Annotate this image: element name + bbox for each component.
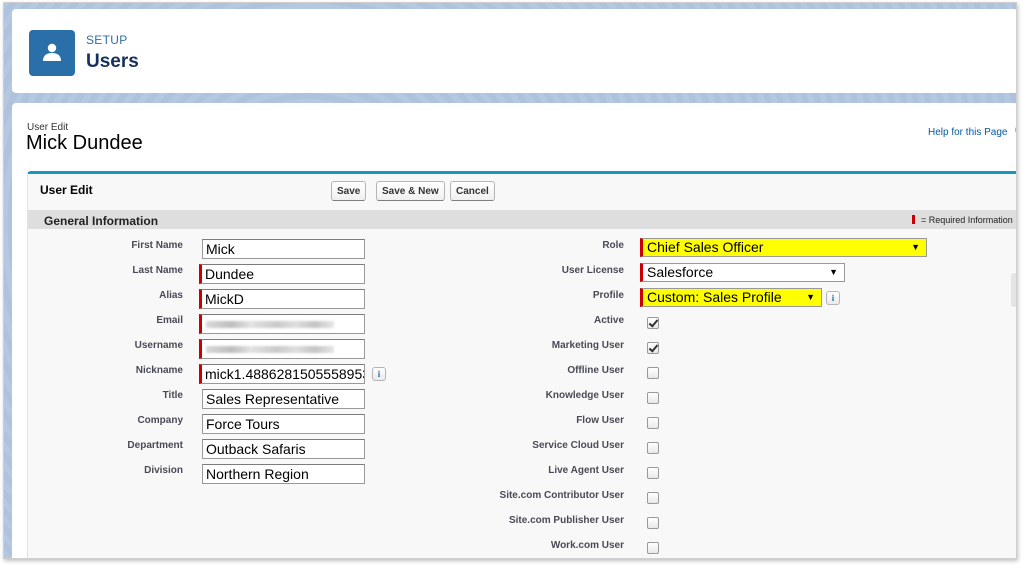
first-name-input[interactable]: Mick xyxy=(202,239,365,259)
title-input[interactable]: Sales Representative xyxy=(202,389,365,409)
label-title: Title xyxy=(162,390,183,401)
company-input[interactable]: Force Tours xyxy=(202,414,365,434)
help-icon[interactable] xyxy=(1015,125,1016,135)
label-first-name: First Name xyxy=(131,240,183,251)
label-flow-user: Flow User xyxy=(576,415,624,426)
label-department: Department xyxy=(127,440,183,451)
alias-input[interactable]: MickD xyxy=(199,289,365,309)
help-link[interactable]: Help for this Page xyxy=(928,127,1008,138)
profile-select[interactable]: Custom: Sales Profile ▼ xyxy=(640,288,822,307)
label-company: Company xyxy=(137,415,183,426)
panel-title: User Edit xyxy=(40,183,93,197)
label-email: Email xyxy=(156,315,183,326)
site-contributor-user-checkbox[interactable] xyxy=(647,492,659,504)
last-name-input[interactable]: Dundee xyxy=(199,264,365,284)
label-profile: Profile xyxy=(592,290,624,301)
section-header: General Information = Required Informati… xyxy=(28,210,1016,229)
service-cloud-user-checkbox[interactable] xyxy=(647,442,659,454)
offline-user-checkbox[interactable] xyxy=(647,367,659,379)
save-button[interactable]: Save xyxy=(331,181,367,201)
department-input[interactable]: Outback Safaris xyxy=(202,439,365,459)
page-title: Mick Dundee xyxy=(26,132,143,154)
username-input[interactable] xyxy=(199,339,365,359)
nickname-info-icon[interactable]: i xyxy=(372,367,386,381)
save-new-button[interactable]: Save & New xyxy=(376,181,445,201)
header-subtitle: SETUP xyxy=(86,33,128,47)
flow-user-checkbox[interactable] xyxy=(647,417,659,429)
user-icon xyxy=(29,30,75,76)
main-content: User Edit Mick Dundee Help for this Page… xyxy=(12,103,1016,558)
label-role: Role xyxy=(602,240,624,251)
panel-header: User Edit Save Save & New Cancel xyxy=(28,174,1016,210)
label-live-agent-user: Live Agent User xyxy=(548,465,624,476)
label-offline-user: Offline User xyxy=(567,365,624,376)
redacted-value xyxy=(206,346,334,353)
section-title: General Information xyxy=(44,214,159,228)
active-checkbox[interactable] xyxy=(647,317,659,329)
profile-info-icon[interactable]: i xyxy=(826,291,840,305)
header-title: Users xyxy=(86,51,139,72)
marketing-user-checkbox[interactable] xyxy=(647,342,659,354)
redacted-value xyxy=(206,321,334,328)
site-publisher-user-checkbox[interactable] xyxy=(647,517,659,529)
required-marker xyxy=(912,215,915,224)
dropdown-arrow-icon: ▼ xyxy=(806,292,815,302)
label-marketing-user: Marketing User xyxy=(551,340,624,351)
label-work-user: Work.com User xyxy=(550,540,624,551)
label-knowledge-user: Knowledge User xyxy=(545,390,624,401)
user-edit-panel: User Edit Save Save & New Cancel General… xyxy=(27,171,1016,558)
dropdown-arrow-icon: ▼ xyxy=(829,267,838,277)
required-legend-text: = Required Information xyxy=(921,215,1013,225)
setup-header: SETUP Users xyxy=(12,9,1016,93)
role-select-value: Chief Sales Officer xyxy=(647,239,764,255)
label-user-license: User License xyxy=(561,265,624,276)
work-user-checkbox[interactable] xyxy=(647,542,659,554)
label-active: Active xyxy=(593,315,624,326)
app-window: SETUP Users User Edit Mick Dundee Help f… xyxy=(3,2,1017,559)
dropdown-arrow-icon: ▼ xyxy=(911,242,920,252)
label-nickname: Nickname xyxy=(135,365,183,376)
division-input[interactable]: Northern Region xyxy=(202,464,365,484)
email-input[interactable] xyxy=(199,314,365,334)
required-legend: = Required Information xyxy=(912,215,1013,225)
label-site-contributor-user: Site.com Contributor User xyxy=(499,490,624,501)
knowledge-user-checkbox[interactable] xyxy=(647,392,659,404)
scrollbar[interactable] xyxy=(1011,273,1016,307)
label-division: Division xyxy=(144,465,183,476)
user-license-select-value: Salesforce xyxy=(647,264,714,280)
user-license-select[interactable]: Salesforce ▼ xyxy=(640,263,845,282)
live-agent-user-checkbox[interactable] xyxy=(647,467,659,479)
label-service-cloud-user: Service Cloud User xyxy=(532,440,624,451)
nickname-input[interactable]: mick1.4886281505558953 xyxy=(199,364,365,384)
role-select[interactable]: Chief Sales Officer ▼ xyxy=(640,238,927,257)
profile-select-value: Custom: Sales Profile xyxy=(647,289,782,305)
cancel-button[interactable]: Cancel xyxy=(450,181,495,201)
label-username: Username xyxy=(134,340,183,351)
label-last-name: Last Name xyxy=(132,265,183,276)
label-alias: Alias xyxy=(159,290,183,301)
label-site-publisher-user: Site.com Publisher User xyxy=(508,515,624,526)
